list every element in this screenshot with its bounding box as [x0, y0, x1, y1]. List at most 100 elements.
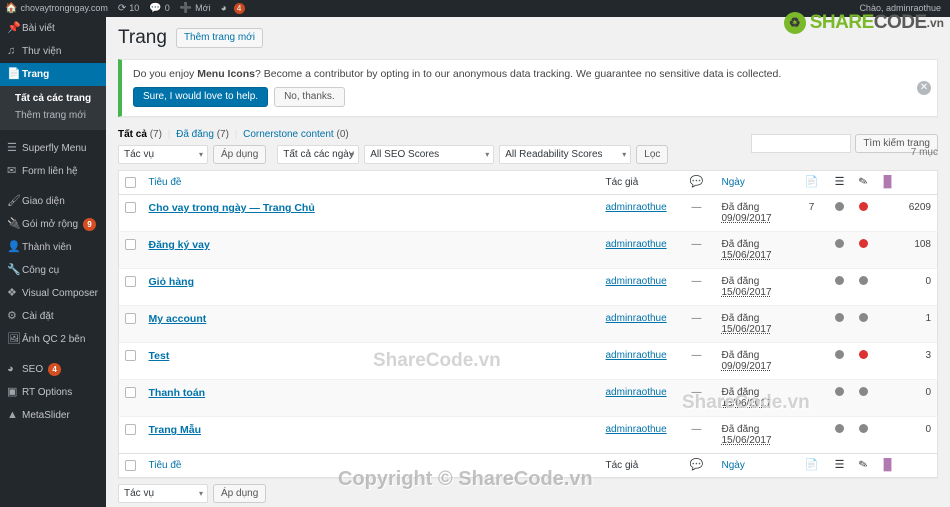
bulk-action-select-bottom[interactable]: Tác vụ	[118, 484, 208, 504]
row-author-cell[interactable]: adminraothue	[600, 195, 678, 232]
row-checkbox-cell[interactable]	[119, 269, 143, 306]
row-checkbox-cell[interactable]	[119, 195, 143, 232]
inbound-dot	[835, 276, 844, 286]
row-checkbox[interactable]	[125, 239, 136, 251]
filter-button[interactable]: Lọc	[636, 145, 669, 164]
sidebar-item-metaslider[interactable]: ▲ MetaSlider	[0, 404, 106, 427]
row-checkbox[interactable]	[125, 313, 136, 325]
sidebar-subitem-all-pages[interactable]: Tất cả các trang	[0, 90, 106, 107]
sidebar-item-rt-options[interactable]: ▣ RT Options	[0, 381, 106, 404]
row-title-link[interactable]: Cho vay trong ngày — Trang Chủ	[149, 202, 315, 214]
sidebar-item-label: Thư viện	[22, 46, 62, 57]
table-row[interactable]: Cho vay trong ngày — Trang Chủ adminraot…	[118, 195, 938, 232]
row-author-link[interactable]: adminraothue	[606, 276, 667, 287]
row-author-cell[interactable]: adminraothue	[600, 343, 678, 380]
row-checkbox-cell[interactable]	[119, 306, 143, 343]
adminbar-comments[interactable]: 💬 0	[144, 0, 174, 17]
row-title-link[interactable]: Test	[149, 350, 170, 362]
row-title-cell[interactable]: My account	[143, 306, 600, 343]
sidebar-item-contact-form[interactable]: ✉ Form liên hệ	[0, 160, 106, 183]
row-author-link[interactable]: adminraothue	[606, 239, 667, 250]
sidebar-item-pages[interactable]: 📄 Trang	[0, 63, 106, 86]
close-icon[interactable]: ✕	[917, 81, 931, 95]
sidebar-item-settings[interactable]: ⚙ Cài đặt	[0, 305, 106, 328]
view-cornerstone-label[interactable]: Cornerstone content	[243, 129, 334, 140]
row-title-cell[interactable]: Cho vay trong ngày — Trang Chủ	[143, 195, 600, 232]
row-title-cell[interactable]: Trang Mẫu	[143, 417, 600, 454]
row-checkbox[interactable]	[125, 350, 136, 362]
row-author-link[interactable]: adminraothue	[606, 202, 667, 213]
row-author-cell[interactable]: adminraothue	[600, 380, 678, 417]
row-author-link[interactable]: adminraothue	[606, 350, 667, 361]
adminbar-site[interactable]: 🏠 chovaytrongngay.com	[0, 0, 113, 17]
date-filter-select[interactable]: Tất cả các ngày	[277, 145, 360, 164]
sidebar-item-side-ads[interactable]: 🖼 Ảnh QC 2 bên	[0, 328, 106, 351]
row-author-link[interactable]: adminraothue	[606, 313, 667, 324]
sidebar-item-media[interactable]: ♫ Thư viện	[0, 40, 106, 63]
row-checkbox-cell[interactable]	[119, 380, 143, 417]
adminbar-updates[interactable]: ⟳ 10	[113, 0, 144, 17]
row-author-cell[interactable]: adminraothue	[600, 417, 678, 454]
sidebar-item-appearance[interactable]: 🖌 Giao diện	[0, 190, 106, 213]
row-checkbox[interactable]	[125, 202, 136, 214]
row-title-link[interactable]: Đăng ký vay	[149, 239, 210, 251]
sidebar-item-tools[interactable]: 🔧 Công cụ	[0, 259, 106, 282]
sidebar-item-superfly-menu[interactable]: ☰ Superfly Menu	[0, 137, 106, 160]
row-title-cell[interactable]: Thanh toán	[143, 380, 600, 417]
bulk-action-select[interactable]: Tác vụ	[118, 145, 208, 164]
row-author-cell[interactable]: adminraothue	[600, 232, 678, 269]
header-title[interactable]: Tiêu đề	[142, 170, 600, 196]
sidebar-subitem-add-new-page[interactable]: Thêm trang mới	[0, 107, 106, 124]
row-title-link[interactable]: My account	[149, 313, 207, 325]
row-title-link[interactable]: Thanh toán	[149, 387, 206, 399]
row-title-cell[interactable]: Giỏ hàng	[143, 269, 600, 306]
row-checkbox[interactable]	[125, 387, 136, 399]
notice-decline-button[interactable]: No, thanks.	[274, 87, 345, 107]
header-comments[interactable]: 💬	[677, 170, 716, 196]
header-seo-links: 📄	[795, 170, 828, 196]
views-separator: |	[167, 129, 171, 140]
row-checkbox-cell[interactable]	[119, 232, 143, 269]
table-row[interactable]: Thanh toán adminraothue — Đã đăng 15/06/…	[118, 379, 938, 417]
footer-title[interactable]: Tiêu đề	[142, 453, 600, 478]
row-title-cell[interactable]: Đăng ký vay	[143, 232, 600, 269]
row-checkbox[interactable]	[125, 424, 136, 436]
readability-filter-select[interactable]: All Readability Scores	[499, 145, 632, 164]
view-published-label[interactable]: Đã đăng	[176, 129, 214, 140]
row-author-cell[interactable]: adminraothue	[600, 306, 678, 343]
row-author-link[interactable]: adminraothue	[606, 387, 667, 398]
footer-comments[interactable]: 💬	[677, 453, 716, 478]
select-all-header[interactable]	[118, 170, 143, 196]
sidebar-item-users[interactable]: 👤 Thành viên	[0, 236, 106, 259]
table-row[interactable]: Test adminraothue — Đã đăng 09/09/2017 3	[118, 343, 938, 380]
select-all-footer[interactable]	[118, 453, 143, 478]
adminbar-new[interactable]: ➕ Mới	[175, 0, 216, 17]
adminbar-seo[interactable]: ◕ 4	[216, 0, 250, 17]
row-checkbox[interactable]	[125, 276, 136, 288]
add-new-page-button[interactable]: Thêm trang mới	[175, 28, 263, 48]
apply-bulk-action-button-bottom[interactable]: Áp dụng	[213, 484, 267, 504]
row-title-link[interactable]: Giỏ hàng	[149, 276, 195, 288]
table-row[interactable]: Trang Mẫu adminraothue — Đã đăng 15/06/2…	[118, 417, 938, 454]
sidebar-item-posts[interactable]: 📌 Bài viết	[0, 17, 106, 40]
row-checkbox-cell[interactable]	[119, 343, 143, 380]
table-row[interactable]: Giỏ hàng adminraothue — Đã đăng 15/06/20…	[118, 269, 938, 306]
view-all-label[interactable]: Tất cả	[118, 129, 147, 140]
row-author-cell[interactable]: adminraothue	[600, 269, 678, 306]
seo-score-filter-select[interactable]: All SEO Scores	[364, 145, 495, 164]
select-all-checkbox[interactable]	[125, 177, 136, 188]
header-date[interactable]: Ngày	[715, 170, 796, 196]
sidebar-item-plugins[interactable]: 🔌 Gói mở rộng 9	[0, 213, 106, 236]
table-row[interactable]: My account adminraothue — Đã đăng 15/06/…	[118, 305, 938, 343]
notice-accept-button[interactable]: Sure, I would love to help.	[133, 87, 269, 107]
table-row[interactable]: Đăng ký vay adminraothue — Đã đăng 15/06…	[118, 231, 938, 269]
sidebar-item-seo[interactable]: ◕ SEO 4	[0, 358, 106, 381]
row-title-link[interactable]: Trang Mẫu	[149, 424, 202, 436]
footer-date[interactable]: Ngày	[715, 453, 796, 478]
apply-bulk-action-button[interactable]: Áp dụng	[213, 145, 267, 164]
row-checkbox-cell[interactable]	[119, 417, 143, 454]
row-title-cell[interactable]: Test	[143, 343, 600, 380]
row-author-link[interactable]: adminraothue	[606, 424, 667, 435]
sidebar-item-visual-composer[interactable]: ❖ Visual Composer	[0, 282, 106, 305]
select-all-checkbox-footer[interactable]	[125, 460, 136, 472]
